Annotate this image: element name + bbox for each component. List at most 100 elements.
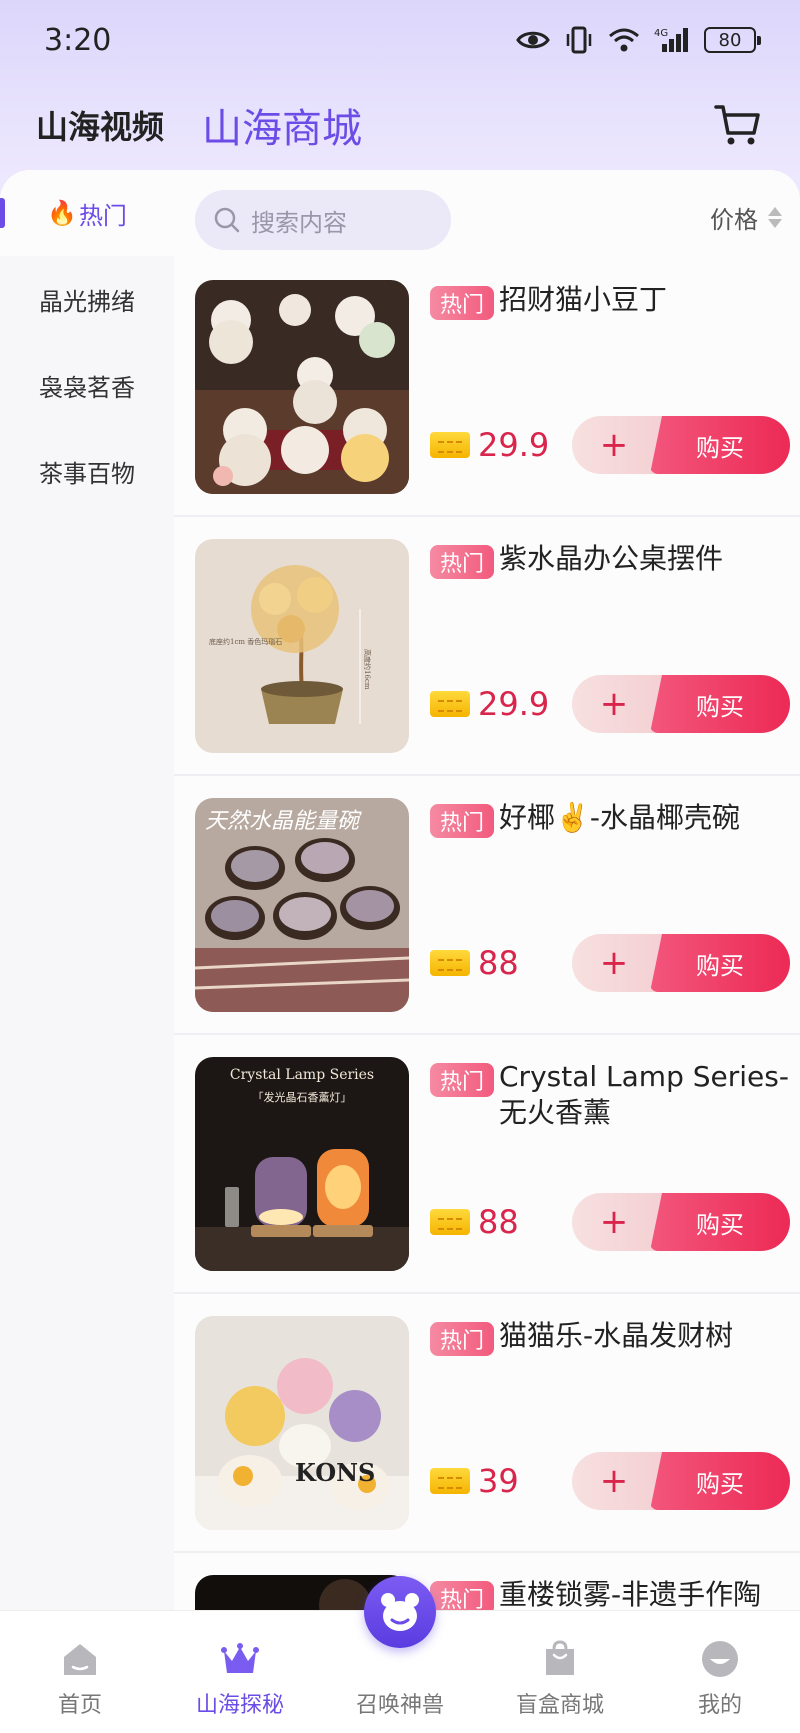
- top-header: 山海视频 山海商城: [0, 80, 800, 176]
- price-row: 88: [430, 1203, 519, 1241]
- nav-home[interactable]: 首页: [10, 1639, 150, 1719]
- crown-icon: [221, 1643, 259, 1673]
- price-row: 88: [430, 944, 519, 982]
- hot-badge: 热门: [430, 1063, 494, 1097]
- sidebar-item-crystal[interactable]: 晶光拂绪: [0, 256, 174, 342]
- add-to-cart-button[interactable]: +: [572, 675, 664, 733]
- nav-profile-label: 我的: [697, 1693, 742, 1718]
- buy-button[interactable]: 购买: [650, 934, 790, 992]
- product-price: 39: [478, 1462, 519, 1500]
- buy-button[interactable]: 购买: [650, 675, 790, 733]
- tree2-image-text: KONS: [295, 1458, 375, 1487]
- product-image[interactable]: Crystal Lamp Series 「发光晶石香薰灯」: [195, 1057, 409, 1271]
- category-sidebar: 🔥 热门 晶光拂绪 袅袅茗香 茶事百物: [0, 170, 174, 1610]
- buy-button[interactable]: 购买: [650, 416, 790, 474]
- product-name[interactable]: 重楼锁雾-非遗手作陶: [499, 1577, 789, 1610]
- sidebar-item-tea-scent[interactable]: 袅袅茗香: [0, 342, 174, 428]
- nav-explore[interactable]: 山海探秘: [170, 1639, 310, 1719]
- buy-button[interactable]: 购买: [650, 1452, 790, 1510]
- hot-badge: 热门: [430, 286, 494, 320]
- product-actions: + 购买: [572, 1193, 790, 1251]
- nav-profile[interactable]: 我的: [650, 1639, 790, 1719]
- price-row: 39: [430, 1462, 519, 1500]
- product-card[interactable]: 热门 重楼锁雾-非遗手作陶: [174, 1553, 800, 1610]
- product-actions: + 购买: [572, 1452, 790, 1510]
- sidebar-item-tea-goods[interactable]: 茶事百物: [0, 428, 174, 514]
- product-card[interactable]: 天然水晶能量碗 热门 好椰✌️-水晶椰壳碗 88 + 购买: [174, 776, 800, 1035]
- nav-explore-label: 山海探秘: [195, 1693, 284, 1718]
- sidebar-item-hot[interactable]: 🔥 热门: [0, 170, 174, 256]
- content-panel: 🔥 热门 晶光拂绪 袅袅茗香 茶事百物 搜索内容 价格 热门 招财猫小豆丁 29…: [0, 170, 800, 1610]
- product-price: 88: [478, 944, 519, 982]
- product-actions: + 购买: [572, 675, 790, 733]
- product-image[interactable]: 天然水晶能量碗: [195, 798, 409, 1012]
- product-card[interactable]: Crystal Lamp Series 「发光晶石香薰灯」 热门 Crystal…: [174, 1035, 800, 1294]
- tab-mall-label: 山海商城: [202, 106, 363, 152]
- product-name[interactable]: 好椰✌️-水晶椰壳碗: [499, 800, 789, 836]
- nav-summon[interactable]: 召唤神兽: [330, 1639, 470, 1719]
- crystal-tree-image: 底座约1cm 香色玛瑙石 高度约16cm: [195, 539, 409, 753]
- product-name[interactable]: 猫猫乐-水晶发财树: [499, 1318, 789, 1354]
- bag-icon: [546, 1640, 574, 1675]
- add-to-cart-button[interactable]: +: [572, 1193, 664, 1251]
- wifi-icon: [609, 28, 639, 52]
- tab-mall[interactable]: 山海商城: [202, 96, 363, 176]
- status-icons: 4G 80: [516, 26, 761, 54]
- sidebar-item-label: 袅袅茗香: [39, 373, 135, 402]
- product-card[interactable]: KONS 热门 猫猫乐-水晶发财树 39 + 购买: [174, 1294, 800, 1553]
- coin-icon: [430, 691, 470, 717]
- add-to-cart-button[interactable]: +: [572, 416, 664, 474]
- sort-by-price[interactable]: 价格: [710, 200, 782, 235]
- product-name[interactable]: 招财猫小豆丁: [499, 282, 789, 318]
- product-price: 29.9: [478, 426, 550, 464]
- coin-icon: [430, 432, 470, 458]
- cart-icon[interactable]: [712, 99, 764, 151]
- status-bar: 3:20 4G 80: [0, 0, 800, 80]
- sidebar-item-label: 晶光拂绪: [39, 287, 135, 316]
- tree-note-right: 高度约16cm: [363, 649, 372, 690]
- coin-icon: [430, 1468, 470, 1494]
- add-to-cart-button[interactable]: +: [572, 934, 664, 992]
- tab-video[interactable]: 山海视频: [36, 102, 164, 148]
- price-row: 29.9: [430, 685, 549, 723]
- signal-icon: 4G: [654, 28, 688, 52]
- sidebar-item-label: 茶事百物: [39, 459, 135, 488]
- product-price: 88: [478, 1203, 519, 1241]
- nav-blindbox-label: 盲盒商城: [515, 1693, 604, 1718]
- nav-home-label: 首页: [57, 1693, 102, 1718]
- nav-summon-label: 召唤神兽: [355, 1693, 444, 1718]
- buy-button[interactable]: 购买: [650, 1193, 790, 1251]
- profile-icon: [702, 1641, 738, 1677]
- coin-icon: [430, 950, 470, 976]
- product-image[interactable]: [195, 280, 409, 494]
- eye-icon: [516, 31, 550, 49]
- status-time: 3:20: [44, 22, 112, 58]
- product-card[interactable]: 热门 招财猫小豆丁 29.9 + 购买: [174, 258, 800, 517]
- nav-blindbox[interactable]: 盲盒商城: [490, 1639, 630, 1719]
- price-row: 29.9: [430, 426, 549, 464]
- lucky-cat-image: [195, 280, 409, 494]
- hot-badge: 热门: [430, 545, 494, 579]
- product-image[interactable]: 底座约1cm 香色玛瑙石 高度约16cm: [195, 539, 409, 753]
- home-icon: [64, 1644, 96, 1675]
- product-card[interactable]: 底座约1cm 香色玛瑙石 高度约16cm 热门 紫水晶办公桌摆件 29.9 + …: [174, 517, 800, 776]
- product-name[interactable]: Crystal Lamp Series-无火香薰: [499, 1059, 789, 1131]
- product-image[interactable]: KONS: [195, 1316, 409, 1530]
- hot-badge: 热门: [430, 804, 494, 838]
- fire-icon: 🔥: [47, 199, 77, 227]
- tree-note-left: 底座约1cm 香色玛瑙石: [209, 637, 282, 646]
- sort-label: 价格: [710, 206, 758, 234]
- lamp-image-subtitle: 「发光晶石香薰灯」: [253, 1090, 352, 1104]
- add-to-cart-button[interactable]: +: [572, 1452, 664, 1510]
- sort-arrows-icon: [768, 207, 782, 228]
- battery-indicator: 80: [704, 27, 761, 53]
- crystal-lamp-image: Crystal Lamp Series 「发光晶石香薰灯」: [195, 1057, 409, 1271]
- search-placeholder: 搜索内容: [251, 208, 347, 237]
- product-name[interactable]: 紫水晶办公桌摆件: [499, 541, 789, 577]
- product-actions: + 购买: [572, 934, 790, 992]
- product-price: 29.9: [478, 685, 550, 723]
- search-input[interactable]: 搜索内容: [195, 190, 451, 250]
- cat-fortune-tree-image: KONS: [195, 1316, 409, 1530]
- summon-beast-button[interactable]: [364, 1576, 436, 1648]
- vibrate-icon: [566, 26, 592, 54]
